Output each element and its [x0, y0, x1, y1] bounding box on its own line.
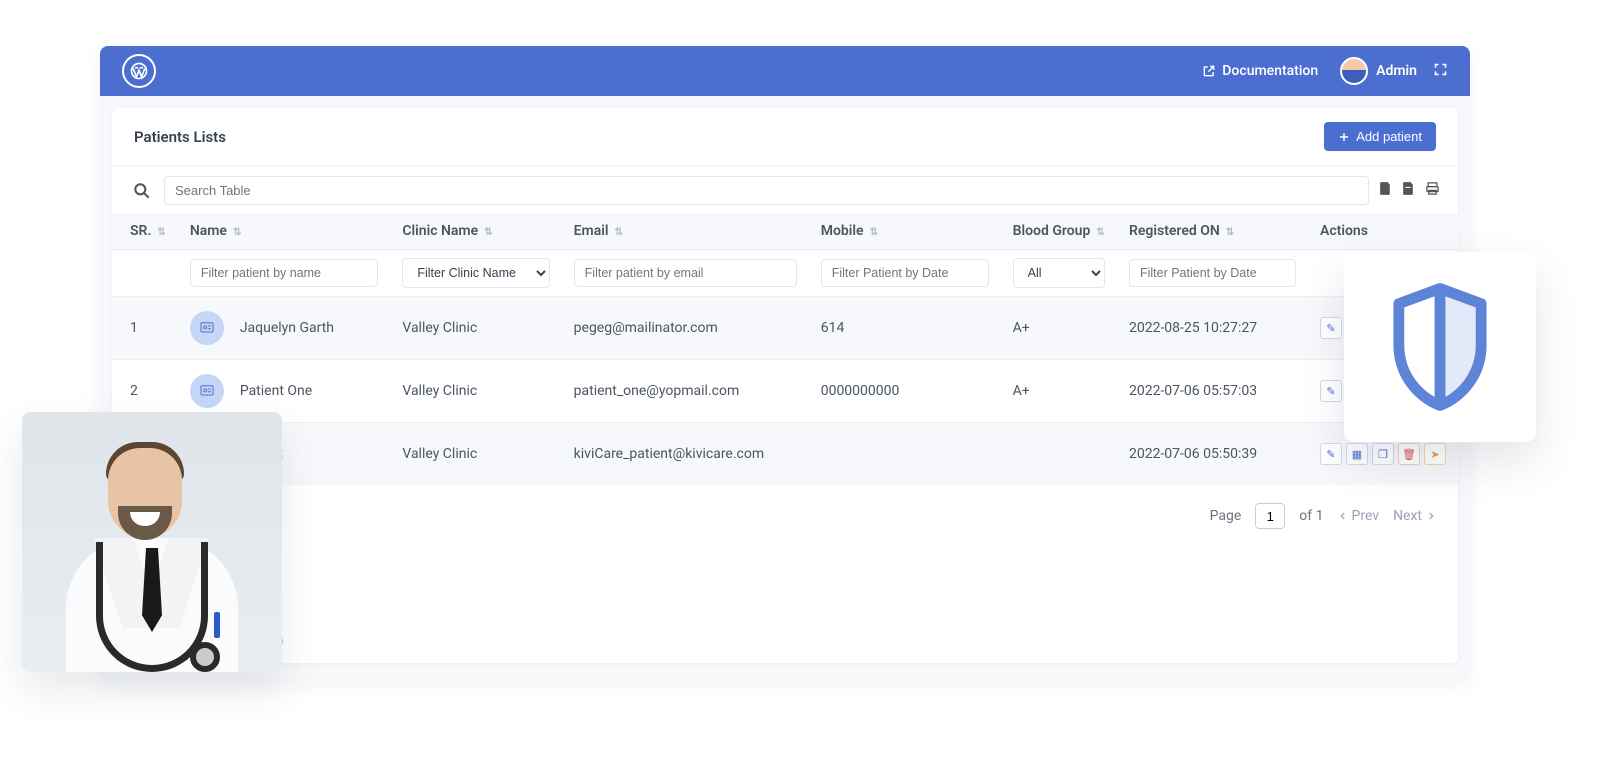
col-blood[interactable]: Blood Group⇅: [1001, 213, 1117, 250]
wordpress-logo-icon[interactable]: [122, 54, 156, 88]
chevron-left-icon: [1338, 511, 1348, 521]
sort-icon: ⇅: [484, 227, 492, 238]
send-icon[interactable]: ➤: [1424, 443, 1446, 465]
filter-email-input[interactable]: [574, 259, 797, 287]
col-mobile[interactable]: Mobile⇅: [809, 213, 1001, 250]
sort-icon: ⇅: [157, 227, 165, 238]
fullscreen-icon[interactable]: [1433, 62, 1448, 81]
page-input[interactable]: [1255, 503, 1285, 529]
search-icon[interactable]: [130, 179, 154, 203]
cell-registered: 2022-07-06 05:57:03: [1117, 360, 1308, 423]
table-row: patient Valley Clinic kiviCare_patient@k…: [112, 423, 1458, 486]
edit-icon[interactable]: ✎: [1320, 380, 1342, 402]
export-tools: [1379, 181, 1440, 200]
user-avatar-icon: [190, 311, 224, 345]
edit-icon[interactable]: ✎: [1320, 317, 1342, 339]
sort-icon: ⇅: [1096, 227, 1104, 238]
chevron-right-icon: [1426, 511, 1436, 521]
cell-mobile: [809, 423, 1001, 486]
search-input[interactable]: [164, 176, 1369, 205]
topbar: Documentation Admin: [100, 46, 1470, 96]
shield-icon: [1385, 282, 1495, 412]
cell-registered: 2022-08-25 10:27:27: [1117, 297, 1308, 360]
page-of-label: of 1: [1299, 508, 1323, 524]
next-button[interactable]: Next: [1393, 508, 1436, 524]
calendar-icon[interactable]: ▦: [1346, 443, 1368, 465]
sort-icon: ⇅: [1226, 227, 1234, 238]
cell-mobile: 614: [809, 297, 1001, 360]
cell-clinic: Valley Clinic: [390, 360, 561, 423]
edit-icon[interactable]: ✎: [1320, 443, 1342, 465]
table-row: 1 Jaquelyn Garth Valley Clinic pegeg@mai…: [112, 297, 1458, 360]
prev-button[interactable]: Prev: [1338, 508, 1380, 524]
col-sr[interactable]: SR.⇅: [112, 213, 178, 250]
export-csv-icon[interactable]: [1379, 181, 1392, 200]
col-name[interactable]: Name⇅: [178, 213, 391, 250]
print-icon[interactable]: [1425, 181, 1440, 200]
sort-icon: ⇅: [233, 227, 241, 238]
cell-email: patient_one@yopmail.com: [562, 360, 809, 423]
cell-clinic: Valley Clinic: [390, 297, 561, 360]
pagination: Page of 1 Prev Next: [112, 485, 1458, 547]
page-title: Patients Lists: [134, 128, 226, 146]
copy-icon[interactable]: ❐: [1372, 443, 1394, 465]
cell-email: pegeg@mailinator.com: [562, 297, 809, 360]
cell-clinic: Valley Clinic: [390, 423, 561, 486]
app-window: Documentation Admin Patients Lists Add p…: [100, 46, 1470, 682]
filter-registered-input[interactable]: [1129, 259, 1296, 287]
filter-mobile-input[interactable]: [821, 259, 989, 287]
cell-name: Jaquelyn Garth: [178, 297, 391, 360]
cell-mobile: 0000000000: [809, 360, 1001, 423]
user-name-label: Admin: [1376, 63, 1417, 79]
external-link-icon: [1202, 64, 1216, 78]
filter-clinic-select[interactable]: Filter Clinic Name: [402, 258, 549, 288]
search-row: [112, 166, 1458, 213]
cell-registered: 2022-07-06 05:50:39: [1117, 423, 1308, 486]
col-registered[interactable]: Registered ON⇅: [1117, 213, 1308, 250]
add-patient-label: Add patient: [1356, 129, 1422, 144]
col-clinic[interactable]: Clinic Name⇅: [390, 213, 561, 250]
cell-blood: [1001, 423, 1117, 486]
export-pdf-icon[interactable]: [1402, 181, 1415, 200]
cell-email: kiviCare_patient@kivicare.com: [562, 423, 809, 486]
patient-name: Jaquelyn Garth: [240, 320, 334, 336]
patients-card: Patients Lists Add patient: [112, 108, 1458, 663]
col-email[interactable]: Email⇅: [562, 213, 809, 250]
documentation-link[interactable]: Documentation: [1202, 63, 1318, 79]
sort-icon: ⇅: [870, 227, 878, 238]
documentation-label: Documentation: [1222, 63, 1318, 79]
cell-blood: A+: [1001, 297, 1117, 360]
cell-sr: 1: [112, 297, 178, 360]
sort-icon: ⇅: [615, 227, 623, 238]
table-row: 2 Patient One Valley Clinic patient_one@…: [112, 360, 1458, 423]
delete-icon[interactable]: 🗑: [1398, 443, 1420, 465]
user-avatar-icon[interactable]: [1340, 57, 1368, 85]
filter-row: Filter Clinic Name All: [112, 250, 1458, 297]
table-header-row: SR.⇅ Name⇅ Clinic Name⇅ Email⇅ Mobile⇅ B…: [112, 213, 1458, 250]
add-patient-button[interactable]: Add patient: [1324, 122, 1436, 151]
page-label: Page: [1210, 508, 1242, 524]
patients-table: SR.⇅ Name⇅ Clinic Name⇅ Email⇅ Mobile⇅ B…: [112, 213, 1458, 485]
shield-badge-card: [1344, 252, 1536, 442]
filter-name-input[interactable]: [190, 259, 379, 287]
cell-blood: A+: [1001, 360, 1117, 423]
doctor-photo-card: [22, 412, 282, 672]
user-avatar-icon: [190, 374, 224, 408]
card-header: Patients Lists Add patient: [112, 108, 1458, 166]
plus-icon: [1338, 131, 1350, 143]
patient-name: Patient One: [240, 383, 312, 399]
filter-blood-select[interactable]: All: [1013, 258, 1105, 288]
col-actions: Actions: [1308, 213, 1458, 250]
